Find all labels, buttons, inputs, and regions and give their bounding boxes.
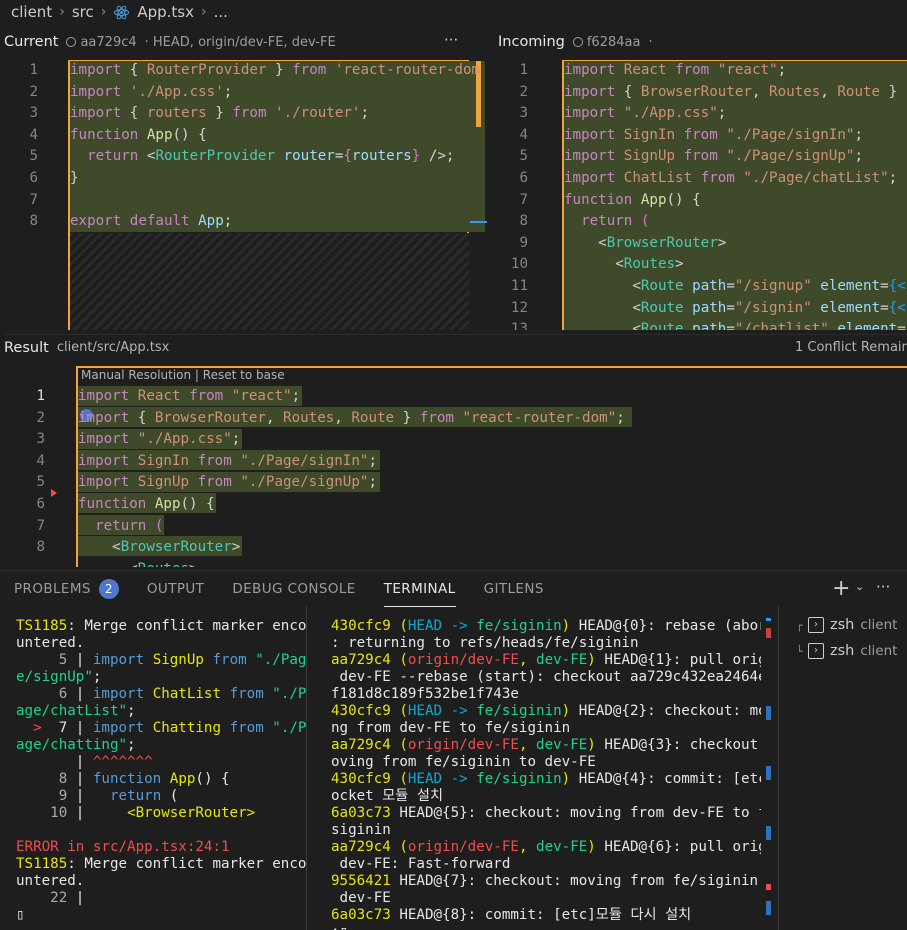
line-number: 1 [519,62,528,78]
result-code: import React from "react"; import { Brow… [78,388,625,567]
breakpoint-arrow-icon [51,489,57,497]
incoming-title: Incoming [498,34,565,50]
line-number: 5 [519,148,528,165]
terminal-output-right[interactable]: 430cfc9 (HEAD -> fe/siginin) HEAD@{0}: r… [331,618,761,930]
problems-count-badge: 2 [98,578,119,599]
conflict-counter[interactable]: 1 Conflict Remaining [795,340,907,355]
incoming-refs: · [648,34,653,50]
tab-gitlens[interactable]: GITLENS [470,571,558,607]
current-pane-header: Current aa729c4 · HEAD, origin/dev-FE, d… [4,29,484,55]
more-actions-icon[interactable]: ··· [876,578,890,596]
line-number: 8 [36,539,45,556]
breadcrumb-more[interactable]: ... [214,3,228,21]
line-number: 13 [510,321,528,330]
react-icon [114,5,130,19]
line-number: 2 [29,83,38,100]
incoming-editor[interactable]: 1 2 3 4 5 6 7 8 9 10 11 12 13 import React from "rea… [490,58,907,330]
chevron-down-icon[interactable]: ⌄ [855,580,864,593]
line-number: 7 [519,191,528,208]
line-number: 1 [36,388,45,404]
current-refs: · HEAD, origin/dev-FE, dev-FE [144,34,336,50]
current-editor[interactable]: 1 2 3 4 5 6 7 8 import { RouterProvider } from … [0,58,487,330]
terminal-icon: › [808,617,824,633]
terminal-list-item[interactable]: ┌ › zsh client [796,612,907,638]
line-number: 4 [29,126,38,143]
current-title: Current [4,34,59,50]
more-actions-icon[interactable]: ··· [444,31,458,49]
result-pane-header: Result client/src/App.tsx [4,334,907,360]
tab-output[interactable]: OUTPUT [133,571,218,607]
result-title: Result [4,339,49,356]
chevron-right-icon: › [200,4,207,20]
git-commit-icon [66,37,77,47]
terminal-output-left[interactable]: TS1185: Merge conflict marker enco unter… [16,618,306,930]
new-terminal-icon[interactable]: + [832,576,850,601]
line-number: 5 [36,474,45,491]
current-code: import { RouterProvider } from 'react-ro… [70,62,481,230]
breadcrumb: client › src › App.tsx › ... [0,0,907,24]
tab-problems[interactable]: PROBLEMS 2 [0,571,133,607]
incoming-pane-header: Incoming f6284aa · [498,29,907,55]
codelens-actions[interactable]: Manual Resolution | Reset to base [81,368,285,382]
line-number: 11 [510,278,528,294]
terminal-list-item[interactable]: └ › zsh client [796,638,907,664]
line-number: 4 [519,126,528,143]
line-number: 6 [29,170,38,186]
result-editor[interactable]: Manual Resolution | Reset to base 1 2 3 4 5 6… [0,364,907,567]
line-number: 5 [29,148,38,165]
terminal-list: ┌ › zsh client └ › zsh client [796,612,907,664]
current-hash[interactable]: aa729c4 [80,35,136,50]
terminal-scrollbar[interactable] [766,616,771,930]
line-number: 6 [36,496,45,512]
incoming-code: import React from "react"; import { Brow… [564,62,906,330]
terminal-list-divider [778,606,779,930]
line-number: 9 [519,234,528,251]
terminal-split-divider[interactable] [306,606,307,930]
chevron-right-icon: › [100,4,107,20]
line-number: 8 [519,213,528,230]
breadcrumb-src[interactable]: src [72,3,94,21]
git-commit-icon [572,37,583,47]
line-number: 2 [36,409,45,426]
line-number: 3 [29,105,38,122]
panel-tab-bar: PROBLEMS 2 OUTPUT DEBUG CONSOLE TERMINAL … [0,570,907,607]
chevron-right-icon: › [59,4,65,20]
line-number: 3 [36,431,45,448]
result-path: client/src/App.tsx [56,340,170,355]
line-number: 7 [29,191,38,208]
incoming-hash[interactable]: f6284aa [587,35,641,50]
empty-diff-hatch [70,233,469,330]
line-number: 12 [510,299,528,316]
breadcrumb-client[interactable]: client [11,3,52,21]
line-number: 1 [29,62,38,78]
tab-terminal[interactable]: TERMINAL [370,571,470,607]
terminal-icon: › [808,643,824,659]
line-number: 10 [510,256,528,273]
tab-debug-console[interactable]: DEBUG CONSOLE [218,571,369,607]
line-number: 7 [36,517,45,534]
breadcrumb-file[interactable]: App.tsx [137,3,194,21]
line-number: 3 [519,105,528,122]
line-number: 4 [36,452,45,469]
line-number: 2 [519,83,528,100]
line-number: 8 [29,213,38,230]
line-number: 6 [519,170,528,186]
